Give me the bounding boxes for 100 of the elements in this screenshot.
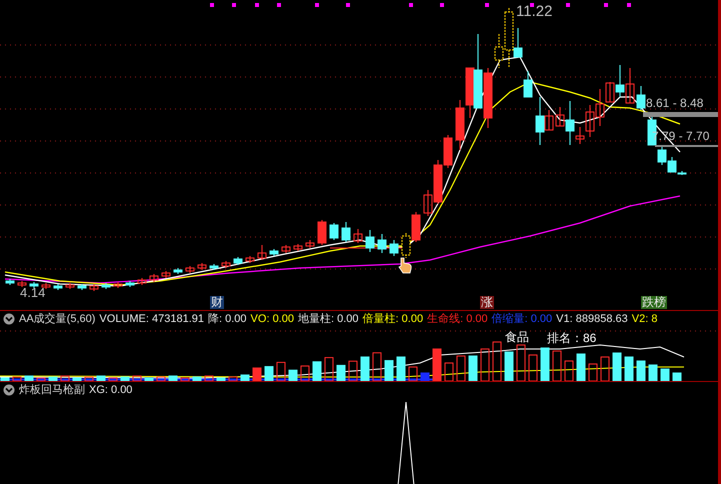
candlestick <box>354 228 362 244</box>
candlestick <box>174 268 182 274</box>
candlestick <box>636 86 646 110</box>
candlestick <box>294 244 302 252</box>
volume-bar <box>144 378 154 381</box>
indicator-value: VO: 0.00 <box>250 314 294 324</box>
volume-bar <box>588 364 598 381</box>
volume-bar <box>156 376 166 381</box>
indicator-value: XG: 0.00 <box>89 384 132 396</box>
indicator-value: 倍量柱: 0.00 <box>362 314 424 324</box>
volume-bar <box>120 376 130 381</box>
indicator-value: 降: 0.00 <box>208 314 247 324</box>
volume-bar <box>96 376 106 381</box>
indicator-value: VOLUME: 473181.91 <box>99 314 204 324</box>
candlestick <box>246 256 254 264</box>
candlestick <box>282 244 290 254</box>
candlestick <box>378 234 386 254</box>
indicator-value: 倍缩量: 0.00 <box>492 314 552 324</box>
volume-bar <box>540 348 550 381</box>
volume-bar <box>24 376 34 381</box>
candlestick <box>234 256 242 266</box>
price-range-label: 8.61 - 8.48 <box>646 97 704 109</box>
volume-bar <box>252 368 262 381</box>
volume-bar <box>504 352 514 381</box>
indicator-title: AA成交量(5,60) <box>19 314 96 324</box>
volume-bar <box>492 342 502 381</box>
volume-bar <box>48 376 58 381</box>
volume-bar <box>672 372 682 381</box>
candlestick <box>162 270 170 278</box>
candlestick <box>444 134 452 168</box>
candlestick <box>42 282 50 290</box>
volume-bar <box>240 374 250 381</box>
pointer-hand-icon <box>398 258 412 274</box>
candlestick <box>90 284 98 292</box>
volume-bar <box>12 376 22 381</box>
indicator-value: V1: 889858.63 <box>556 314 628 324</box>
volume-bar <box>108 378 118 381</box>
volume-bar <box>72 378 82 381</box>
volume-bar <box>180 378 190 381</box>
indicator-value: 生命线: 0.00 <box>427 314 488 324</box>
volume-bar <box>264 366 274 381</box>
event-marker[interactable]: 财 <box>210 296 224 309</box>
volume-bar <box>552 350 562 381</box>
candlestick <box>102 282 110 290</box>
rank-label: 排名：86 <box>547 332 596 344</box>
candlestick <box>412 212 420 242</box>
volume-bar <box>528 354 538 381</box>
candlestick <box>330 222 338 240</box>
candlestick <box>524 70 532 98</box>
indicator-value: V2: 8 <box>632 314 658 324</box>
volume-bar <box>324 357 334 381</box>
volume-bar <box>480 348 490 381</box>
low-price-label: 4.14 <box>20 286 46 299</box>
volume-bar <box>336 364 346 381</box>
volume-bar <box>132 376 142 381</box>
candlestick <box>270 248 278 256</box>
volume-bar <box>300 366 310 381</box>
candlestick <box>186 266 194 274</box>
volume-bar <box>468 356 478 381</box>
candlestick <box>484 68 492 128</box>
high-price-label: 11.22 <box>516 4 552 19</box>
candlestick <box>198 262 206 270</box>
volume-bar <box>564 360 574 381</box>
candlestick <box>66 282 74 290</box>
candlestick <box>18 280 26 288</box>
volume-bar <box>348 360 358 381</box>
sector-label: 食品 <box>505 331 529 343</box>
candlestick <box>210 264 218 270</box>
volume-bar <box>372 352 382 381</box>
volume-bar <box>276 362 286 381</box>
volume-bar <box>216 378 226 381</box>
collapse-icon[interactable] <box>3 313 15 325</box>
volume-bar <box>384 360 394 381</box>
volume-bar <box>168 376 178 381</box>
collapse-icon[interactable] <box>3 384 15 396</box>
candlestick <box>402 232 410 258</box>
candlestick <box>114 282 122 288</box>
event-marker[interactable]: 涨 <box>480 296 494 309</box>
candlestick <box>342 222 350 242</box>
volume-bar <box>444 362 454 381</box>
volume-bar <box>660 368 670 381</box>
volume-bar <box>0 378 10 381</box>
candlestick <box>390 240 398 256</box>
volume-bar <box>516 344 526 381</box>
candlestick <box>138 278 146 286</box>
volume-bar <box>612 352 622 381</box>
volume-bar <box>636 360 646 381</box>
candlestick <box>78 284 86 290</box>
candlestick <box>318 220 326 246</box>
volume-bar <box>84 376 94 381</box>
event-marker[interactable]: 跌榜 <box>641 296 667 309</box>
candlestick <box>54 284 62 290</box>
candlestick <box>150 274 158 282</box>
candlestick <box>366 230 374 252</box>
volume-bar <box>360 356 370 381</box>
volume-bar <box>204 376 214 381</box>
candlestick <box>6 278 14 286</box>
candlestick <box>222 260 230 268</box>
indicator-title: 炸板回马枪副 <box>19 384 85 396</box>
volume-bar <box>288 370 298 381</box>
